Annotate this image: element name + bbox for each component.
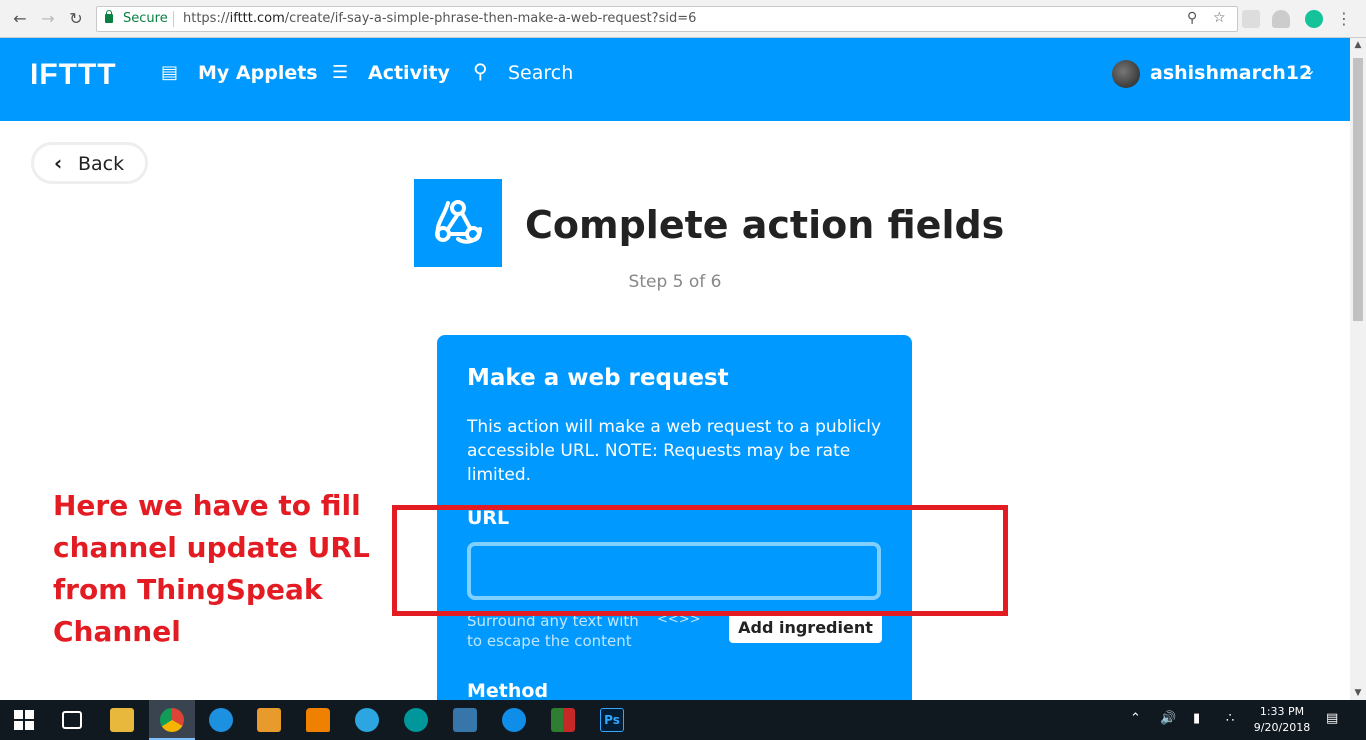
page-scrollbar[interactable]: ▲ ▼ — [1350, 38, 1366, 700]
back-label: Back — [78, 153, 125, 175]
nav-search[interactable]: Search — [508, 62, 573, 84]
system-clock[interactable]: 1:33 PM 9/20/2018 — [1252, 704, 1312, 736]
chrome-icon[interactable] — [160, 708, 184, 732]
windows-start-icon[interactable] — [14, 710, 34, 730]
taskbar: Ps ⌃ 🔊 ▮ ∴ 1:33 PM 9/20/2018 ▤ — [0, 700, 1366, 740]
address-bar[interactable]: Secure https://ifttt.com/create/if-say-a… — [96, 6, 1238, 32]
reload-icon[interactable]: ↻ — [66, 9, 86, 29]
method-label: Method — [467, 680, 549, 702]
secure-label: Secure — [123, 11, 168, 26]
scroll-up-icon[interactable]: ▲ — [1350, 40, 1366, 50]
username[interactable]: ashishmarch12 — [1150, 62, 1312, 84]
lock-icon — [105, 10, 113, 23]
page-title: Complete action fields — [525, 203, 1005, 247]
edge-icon[interactable] — [209, 708, 233, 732]
search-icon[interactable]: ⚲ — [473, 59, 488, 83]
volume-icon[interactable]: 🔊 — [1160, 711, 1176, 726]
task-view-icon[interactable] — [62, 711, 82, 729]
activity-icon: ☰ — [332, 62, 349, 83]
teamviewer-icon[interactable] — [502, 708, 526, 732]
file-explorer-icon[interactable] — [110, 708, 134, 732]
add-ingredient-button[interactable]: Add ingredient — [729, 612, 882, 643]
action-description: This action will make a web request to a… — [467, 417, 882, 485]
avatar[interactable] — [1112, 60, 1140, 88]
arduino-icon[interactable] — [404, 708, 428, 732]
back-button[interactable]: ‹ Back — [31, 142, 148, 184]
action-title: Make a web request — [467, 365, 729, 391]
photoshop-icon[interactable]: Ps — [600, 708, 624, 732]
zoom-icon[interactable]: ⚲ — [1187, 10, 1197, 26]
notifications-icon[interactable]: ▤ — [1326, 711, 1338, 726]
back-arrow-icon[interactable]: ← — [10, 9, 30, 29]
telegram-icon[interactable] — [355, 708, 379, 732]
browser-menu-icon[interactable]: ⋮ — [1336, 9, 1352, 29]
annotation-text: Here we have to fill channel update URL … — [53, 489, 370, 648]
grammarly-extension-icon[interactable] — [1305, 10, 1323, 28]
webhooks-icon — [414, 179, 502, 267]
pdf-extension-icon[interactable] — [1242, 10, 1260, 28]
step-indicator: Step 5 of 6 — [628, 272, 722, 292]
site-header: IFTTT ▤ My Applets ☰ Activity ⚲ Search a… — [0, 38, 1350, 121]
scroll-thumb[interactable] — [1353, 58, 1363, 321]
forward-arrow-icon[interactable]: → — [38, 9, 58, 29]
scroll-down-icon[interactable]: ▼ — [1350, 688, 1366, 698]
ifttt-logo[interactable]: IFTTT — [30, 58, 117, 92]
chevron-left-icon: ‹ — [54, 151, 63, 175]
applets-icon: ▤ — [161, 62, 179, 83]
tray-chevron-up-icon[interactable]: ⌃ — [1130, 711, 1141, 726]
browser-toolbar: ← → ↻ Secure https://ifttt.com/create/if… — [0, 0, 1366, 38]
wifi-icon[interactable]: ∴ — [1226, 711, 1234, 726]
drive-extension-icon[interactable] — [1272, 10, 1290, 28]
chevron-down-icon[interactable]: ⌄ — [1303, 60, 1316, 79]
annotation-highlight-box — [392, 505, 1008, 616]
url-text: https://ifttt.com/create/if-say-a-simple… — [183, 11, 697, 26]
python-icon[interactable] — [453, 708, 477, 732]
app-icon[interactable] — [551, 708, 575, 732]
battery-icon[interactable]: ▮ — [1193, 711, 1200, 726]
bookmark-star-icon[interactable]: ☆ — [1213, 10, 1226, 26]
nav-activity[interactable]: Activity — [368, 62, 450, 84]
media-player-icon[interactable] — [257, 708, 281, 732]
vlc-icon[interactable] — [306, 708, 330, 732]
nav-my-applets[interactable]: My Applets — [198, 62, 318, 84]
